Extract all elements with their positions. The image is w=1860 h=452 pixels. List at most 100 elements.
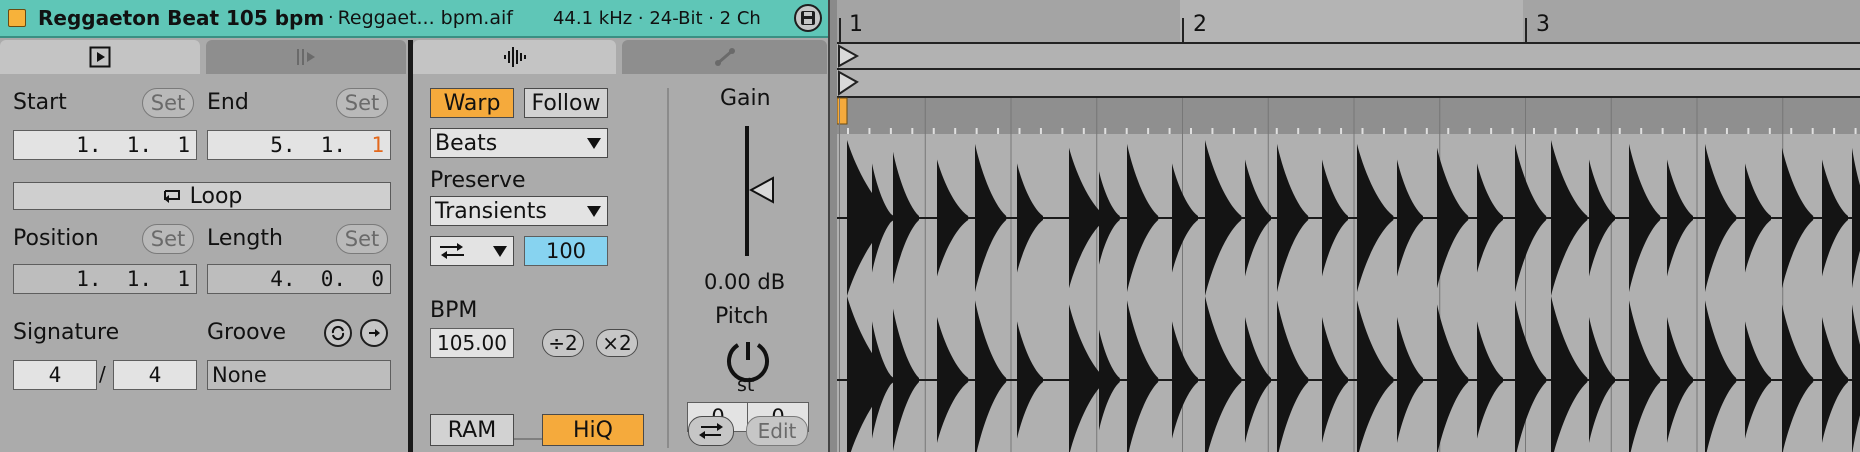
hot-swap-groove-button[interactable] — [360, 319, 388, 347]
sample-file-name: Reggaet... bpm.aif — [337, 7, 513, 29]
beat-grid-line — [1696, 98, 1698, 452]
tab-clip[interactable] — [0, 40, 200, 74]
warp-marker-strip[interactable] — [837, 98, 1860, 134]
reverse-button[interactable] — [688, 416, 734, 446]
transient-mark — [975, 128, 978, 134]
clip-color-swatch[interactable] — [8, 9, 26, 27]
commit-groove-button[interactable] — [324, 319, 352, 347]
transient-mark — [997, 128, 1000, 134]
beat-grid-line — [1267, 98, 1269, 452]
follow-button[interactable]: Follow — [524, 88, 608, 118]
transient-envelope-field[interactable]: 100 — [524, 236, 608, 266]
bar-number-3: 3 — [1536, 12, 1550, 37]
chevron-down-icon — [587, 138, 601, 149]
transient-mark — [889, 128, 892, 134]
gain-label: Gain — [720, 86, 771, 111]
transient-mark — [1533, 128, 1535, 134]
transient-mark — [1061, 128, 1064, 134]
tab-launch[interactable] — [206, 40, 406, 74]
length-value: 4. 0. 0 — [270, 267, 384, 291]
transient-mark — [1511, 128, 1514, 134]
transient-mark — [1018, 128, 1021, 134]
save-sample-button[interactable] — [794, 4, 822, 32]
waveform-icon — [503, 47, 526, 67]
position-set-button[interactable]: Set — [142, 224, 194, 254]
hiq-button[interactable]: HiQ — [542, 414, 644, 446]
transient-mark — [1425, 128, 1428, 134]
transient-mark — [1554, 128, 1557, 134]
sample-waveform-display[interactable] — [837, 0, 1860, 452]
signature-denominator-field[interactable]: 4 — [113, 360, 197, 390]
transient-mark — [847, 128, 849, 134]
warp-marker[interactable] — [837, 97, 848, 125]
beat-grid-line — [924, 98, 926, 452]
loop-button[interactable]: Loop — [13, 182, 391, 210]
gain-slider-handle[interactable] — [749, 176, 775, 204]
lane-border — [837, 96, 1860, 98]
end-set-button[interactable]: Set — [336, 88, 388, 118]
beat-ruler-shade — [1180, 0, 1523, 42]
clip-name[interactable]: Reggaeton Beat 105 bpm — [38, 6, 324, 30]
groove-selector[interactable]: None — [207, 360, 391, 390]
preserve-select[interactable]: Transients — [430, 196, 608, 226]
transient-mark — [1597, 128, 1600, 134]
tab-audio[interactable] — [413, 40, 616, 74]
length-set-button[interactable]: Set — [336, 224, 388, 254]
end-value-sixteenth: 1 — [371, 133, 384, 157]
transient-mark — [1704, 128, 1707, 134]
transient-mark — [1104, 128, 1107, 134]
bpm-field[interactable]: 105.00 — [430, 328, 514, 358]
beat-grid-line — [1010, 98, 1012, 452]
transient-mark — [1168, 128, 1171, 134]
end-position-field[interactable]: 5. 1. 1 — [207, 130, 391, 160]
beat-grid-line — [839, 98, 840, 452]
chevron-down-icon — [493, 246, 507, 257]
sig-denominator: 4 — [148, 363, 162, 387]
tab-envelopes[interactable] — [622, 40, 827, 74]
warp-button[interactable]: Warp — [430, 88, 514, 118]
transient-mark — [1254, 128, 1257, 134]
halve-tempo-button[interactable]: ÷2 — [542, 329, 584, 357]
double-tempo-button[interactable]: ×2 — [596, 329, 638, 357]
signature-numerator-field[interactable]: 4 — [13, 360, 97, 390]
signature-slash: / — [99, 362, 106, 386]
transient-mark — [1790, 128, 1793, 134]
ruler-border — [837, 42, 1860, 44]
edit-sample-button[interactable]: Edit — [746, 416, 808, 446]
transient-loop-mode-select[interactable] — [430, 236, 514, 266]
loop-position-field[interactable]: 1. 1. 1 — [13, 264, 197, 294]
start-position-field[interactable]: 1. 1. 1 — [13, 130, 197, 160]
refresh-icon — [331, 325, 345, 341]
warp-mode-value: Beats — [435, 130, 498, 156]
transient-mark — [1382, 128, 1385, 134]
loop-length-field[interactable]: 4. 0. 0 — [207, 264, 391, 294]
groove-value: None — [212, 363, 267, 387]
sample-properties-panel: Warp Follow Beats Preserve Transients 10… — [413, 40, 828, 452]
transient-mark — [1575, 128, 1578, 134]
transient-mark — [1747, 128, 1750, 134]
end-value: 5. 1. — [270, 133, 372, 157]
warp-mode-select[interactable]: Beats — [430, 128, 608, 158]
bar-tick — [1525, 18, 1527, 42]
start-label: Start — [13, 90, 67, 115]
ram-button[interactable]: RAM — [430, 414, 514, 446]
transient-mark — [1618, 128, 1621, 134]
start-value: 1. 1. 1 — [76, 133, 190, 157]
transient-mark — [1039, 128, 1042, 134]
start-marker-lane[interactable] — [837, 70, 1860, 96]
start-set-button[interactable]: Set — [142, 88, 194, 118]
chevron-down-icon — [587, 206, 601, 217]
sample-editor[interactable]: 1 2 3 — [837, 0, 1860, 452]
sample-info: 44.1 kHz · 24-Bit · 2 Ch — [552, 7, 761, 29]
loop-marker-lane[interactable] — [837, 44, 1860, 68]
beat-grid-line — [1096, 98, 1098, 452]
transient-mark — [932, 128, 935, 134]
preserve-label: Preserve — [430, 168, 526, 193]
loop-back-and-forth-icon — [440, 243, 464, 259]
transient-mark — [1725, 128, 1728, 134]
transient-mark — [911, 128, 914, 134]
gain-slider[interactable] — [742, 126, 780, 256]
bar-tick — [839, 18, 841, 42]
lane-border — [837, 68, 1860, 70]
clip-title-bar[interactable]: Reggaeton Beat 105 bpm · Reggaet... bpm.… — [0, 0, 828, 38]
